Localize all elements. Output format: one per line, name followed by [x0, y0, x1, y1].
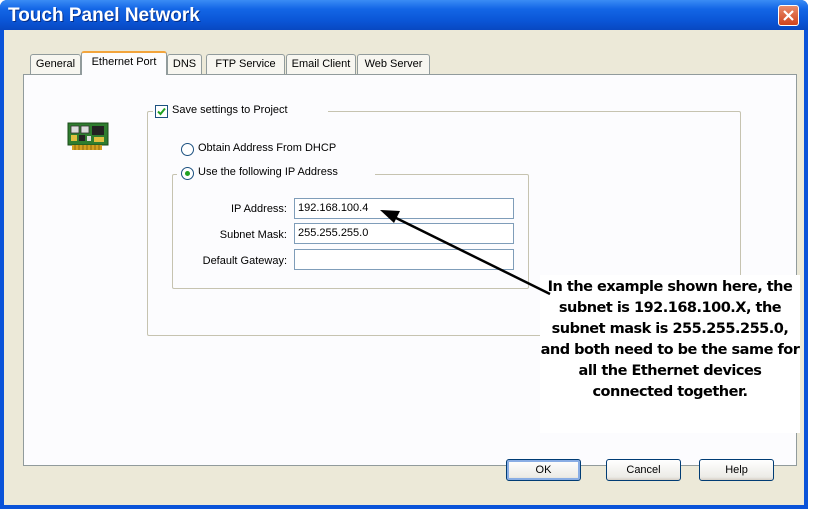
title-bar[interactable]: Touch Panel Network: [0, 0, 808, 30]
default-gateway-field[interactable]: [294, 249, 514, 270]
window-title: Touch Panel Network: [8, 5, 200, 26]
subnet-mask-label: Subnet Mask:: [219, 229, 287, 241]
help-button[interactable]: Help: [699, 459, 774, 481]
ip-address-field[interactable]: 192.168.100.4: [294, 198, 514, 219]
tab-ftp-service[interactable]: FTP Service: [206, 54, 285, 74]
close-button[interactable]: [778, 5, 799, 26]
static-ip-radio[interactable]: [181, 167, 194, 180]
tab-ethernet-port[interactable]: Ethernet Port: [81, 51, 167, 75]
tab-email-client[interactable]: Email Client: [286, 54, 356, 74]
radio-selected-dot: [185, 171, 190, 176]
ok-button[interactable]: OK: [506, 459, 581, 481]
tab-web-server[interactable]: Web Server: [357, 54, 430, 74]
ip-address-label: IP Address:: [230, 203, 287, 215]
annotation-callout: In the example shown here, the subnet is…: [540, 275, 800, 433]
static-ip-label: Use the following IP Address: [198, 166, 338, 178]
cancel-button[interactable]: Cancel: [606, 459, 681, 481]
tab-general[interactable]: General: [30, 54, 81, 74]
tab-dns[interactable]: DNS: [167, 54, 202, 74]
close-icon: [783, 10, 794, 21]
save-settings-checkbox[interactable]: [155, 105, 168, 118]
subnet-mask-field[interactable]: 255.255.255.0: [294, 223, 514, 244]
network-card-icon: [67, 122, 109, 150]
default-gateway-label: Default Gateway:: [202, 255, 287, 267]
dhcp-label: Obtain Address From DHCP: [198, 142, 337, 154]
save-settings-label: Save settings to Project: [172, 104, 288, 116]
dhcp-radio[interactable]: [181, 143, 194, 156]
checkmark-icon: [157, 107, 166, 116]
